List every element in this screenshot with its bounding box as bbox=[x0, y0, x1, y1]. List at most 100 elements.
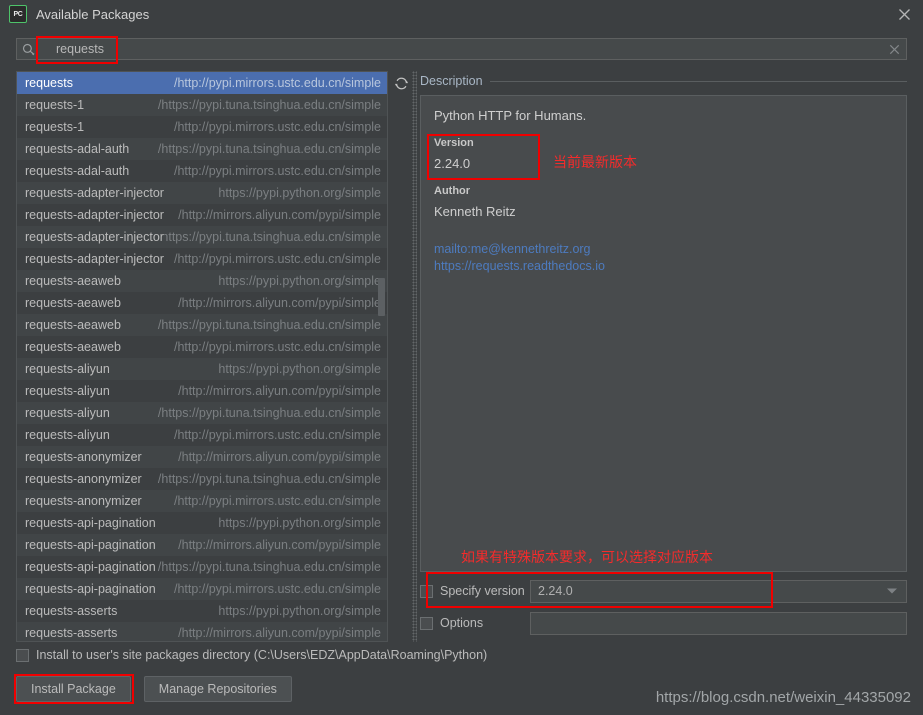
version-combobox-value: 2.24.0 bbox=[538, 584, 573, 598]
close-icon[interactable] bbox=[893, 3, 915, 25]
package-list-item[interactable]: requests-anonymizer http://pypi.mirrors.u… bbox=[17, 490, 387, 512]
version-value: 2.24.0 bbox=[434, 156, 471, 171]
package-list-item[interactable]: requests http://pypi.mirrors.ustc.edu.cn/… bbox=[17, 72, 387, 94]
install-dir-checkbox[interactable] bbox=[16, 648, 29, 662]
manage-repositories-button[interactable]: Manage Repositories bbox=[143, 676, 292, 702]
package-list-item[interactable]: requests-anonymizer https://pypi.tuna.tsi… bbox=[17, 468, 387, 490]
package-name: requests-aeaweb bbox=[25, 340, 121, 354]
description-links: mailto:me@kennethreitz.org https://reque… bbox=[434, 241, 893, 274]
package-repository-url: http://mirrors.aliyun.com/pypi/simple/ bbox=[178, 296, 381, 310]
package-list-item[interactable]: requests-aeaweb https://pypi.python.org/s… bbox=[17, 270, 387, 292]
dialog-buttons: Install Package Manage Repositories bbox=[16, 676, 292, 702]
package-name: requests-adapter-injector bbox=[25, 208, 164, 222]
package-list-item[interactable]: requests-adal-auth https://pypi.tuna.tsin… bbox=[17, 138, 387, 160]
description-panel: Description Python HTTP for Humans. Vers… bbox=[420, 71, 907, 642]
package-repository-url: http://mirrors.aliyun.com/pypi/simple/ bbox=[178, 384, 381, 398]
package-repository-url: http://mirrors.aliyun.com/pypi/simple/ bbox=[178, 450, 381, 464]
package-repository-url: http://pypi.mirrors.ustc.edu.cn/simple/ bbox=[173, 76, 381, 90]
package-list-scrollbar[interactable] bbox=[377, 73, 386, 641]
author-value: Kenneth Reitz bbox=[434, 204, 516, 219]
pycharm-icon-text: PC bbox=[13, 10, 23, 18]
close-glyph bbox=[898, 8, 910, 20]
package-name: requests bbox=[25, 76, 73, 90]
package-list-item[interactable]: requests-api-pagination https://pypi.tuna… bbox=[17, 556, 387, 578]
package-repository-url: https://pypi.python.org/simple bbox=[218, 186, 381, 200]
package-repository-url: https://pypi.tuna.tsinghua.edu.cn/simple… bbox=[157, 318, 381, 332]
package-list-item[interactable]: requests-adal-auth http://pypi.mirrors.us… bbox=[17, 160, 387, 182]
package-repository-url: https://pypi.tuna.tsinghua.edu.cn/simple… bbox=[163, 230, 381, 244]
search-input[interactable] bbox=[39, 42, 882, 56]
package-list-item[interactable]: requests-anonymizer http://mirrors.aliyun… bbox=[17, 446, 387, 468]
package-list-item[interactable]: requests-1 http://pypi.mirrors.ustc.edu.c… bbox=[17, 116, 387, 138]
package-list-item[interactable]: requests-aliyun http://mirrors.aliyun.com… bbox=[17, 380, 387, 402]
package-name: requests-aeaweb bbox=[25, 318, 121, 332]
specify-version-label: Specify version bbox=[440, 584, 525, 598]
options-row: Options bbox=[420, 611, 907, 635]
package-repository-url: http://pypi.mirrors.ustc.edu.cn/simple/ bbox=[173, 494, 381, 508]
package-name: requests-api-pagination bbox=[25, 538, 156, 552]
package-list-item[interactable]: requests-api-pagination http://pypi.mirro… bbox=[17, 578, 387, 600]
package-repository-url: https://pypi.tuna.tsinghua.edu.cn/simple… bbox=[157, 406, 381, 420]
panel-splitter[interactable] bbox=[412, 71, 417, 642]
package-name: requests-api-pagination bbox=[25, 560, 156, 574]
package-list-item[interactable]: requests-adapter-injector http://pypi.mir… bbox=[17, 248, 387, 270]
package-name: requests-api-pagination bbox=[25, 582, 156, 596]
package-name: requests-aliyun bbox=[25, 362, 110, 376]
options-checkbox[interactable] bbox=[420, 616, 433, 630]
package-name: requests-1 bbox=[25, 120, 85, 134]
package-list-item[interactable]: requests-asserts http://mirrors.aliyun.co… bbox=[17, 622, 387, 641]
package-list-item[interactable]: requests-adapter-injector https://pypi.py… bbox=[17, 182, 387, 204]
package-list[interactable]: requests http://pypi.mirrors.ustc.edu.cn/… bbox=[16, 71, 388, 642]
package-repository-url: https://pypi.tuna.tsinghua.edu.cn/simple… bbox=[157, 560, 381, 574]
package-list-item[interactable]: requests-asserts https://pypi.python.org/… bbox=[17, 600, 387, 622]
search-bar[interactable] bbox=[16, 38, 907, 60]
package-list-item[interactable]: requests-api-pagination http://mirrors.al… bbox=[17, 534, 387, 556]
package-list-item[interactable]: requests-aliyun http://pypi.mirrors.ustc.… bbox=[17, 424, 387, 446]
package-name: requests-anonymizer bbox=[25, 472, 142, 486]
specify-version-checkbox[interactable] bbox=[420, 584, 433, 598]
specify-version-row: Specify version 2.24.0 bbox=[420, 579, 907, 603]
package-repository-url: http://pypi.mirrors.ustc.edu.cn/simple/ bbox=[173, 428, 381, 442]
package-list-item[interactable]: requests-aeaweb http://pypi.mirrors.ustc.… bbox=[17, 336, 387, 358]
search-clear-icon[interactable] bbox=[882, 44, 906, 55]
package-list-item[interactable]: requests-aeaweb https://pypi.tuna.tsinghu… bbox=[17, 314, 387, 336]
package-list-item[interactable]: requests-adapter-injector https://pypi.tu… bbox=[17, 226, 387, 248]
install-package-button[interactable]: Install Package bbox=[16, 676, 131, 702]
search-icon bbox=[17, 43, 39, 56]
package-repository-url: http://pypi.mirrors.ustc.edu.cn/simple/ bbox=[173, 120, 381, 134]
package-name: requests-aeaweb bbox=[25, 296, 121, 310]
package-list-item[interactable]: requests-aeaweb http://mirrors.aliyun.com… bbox=[17, 292, 387, 314]
install-dir-row: Install to user's site packages director… bbox=[16, 648, 487, 662]
scrollbar-thumb[interactable] bbox=[378, 278, 385, 316]
package-list-item[interactable]: requests-aliyun https://pypi.python.org/s… bbox=[17, 358, 387, 380]
docs-link[interactable]: https://requests.readthedocs.io bbox=[434, 258, 893, 275]
package-repository-url: http://pypi.mirrors.ustc.edu.cn/simple/ bbox=[173, 164, 381, 178]
package-repository-url: http://pypi.mirrors.ustc.edu.cn/simple/ bbox=[173, 340, 381, 354]
refresh-icon[interactable] bbox=[391, 73, 411, 93]
package-name: requests-asserts bbox=[25, 626, 118, 640]
version-combobox[interactable]: 2.24.0 bbox=[530, 579, 907, 603]
package-repository-url: http://mirrors.aliyun.com/pypi/simple/ bbox=[178, 626, 381, 640]
package-list-item[interactable]: requests-api-pagination https://pypi.pyth… bbox=[17, 512, 387, 534]
package-list-item[interactable]: requests-adapter-injector http://mirrors.… bbox=[17, 204, 387, 226]
package-name: requests-1 bbox=[25, 98, 85, 112]
package-repository-url: http://mirrors.aliyun.com/pypi/simple/ bbox=[178, 208, 381, 222]
package-repository-url: https://pypi.python.org/simple bbox=[218, 362, 381, 376]
package-repository-url: https://pypi.python.org/simple bbox=[218, 274, 381, 288]
package-name: requests-asserts bbox=[25, 604, 118, 618]
package-repository-url: https://pypi.python.org/simple bbox=[218, 516, 381, 530]
title-bar: PC Available Packages bbox=[0, 0, 923, 28]
package-repository-url: https://pypi.python.org/simple bbox=[218, 604, 381, 618]
package-list-item[interactable]: requests-1 https://pypi.tuna.tsinghua.edu… bbox=[17, 94, 387, 116]
package-name: requests-adapter-injector bbox=[25, 186, 164, 200]
author-mail-link[interactable]: mailto:me@kennethreitz.org bbox=[434, 241, 893, 258]
package-list-item[interactable]: requests-aliyun https://pypi.tuna.tsinghu… bbox=[17, 402, 387, 424]
package-name: requests-aliyun bbox=[25, 428, 110, 442]
package-name: requests-aliyun bbox=[25, 384, 110, 398]
window-title: Available Packages bbox=[36, 6, 150, 22]
package-name: requests-api-pagination bbox=[25, 516, 156, 530]
options-input[interactable] bbox=[530, 611, 907, 635]
chevron-down-icon[interactable] bbox=[887, 588, 897, 594]
install-dir-label: Install to user's site packages director… bbox=[36, 648, 488, 662]
refresh-glyph bbox=[394, 77, 408, 89]
